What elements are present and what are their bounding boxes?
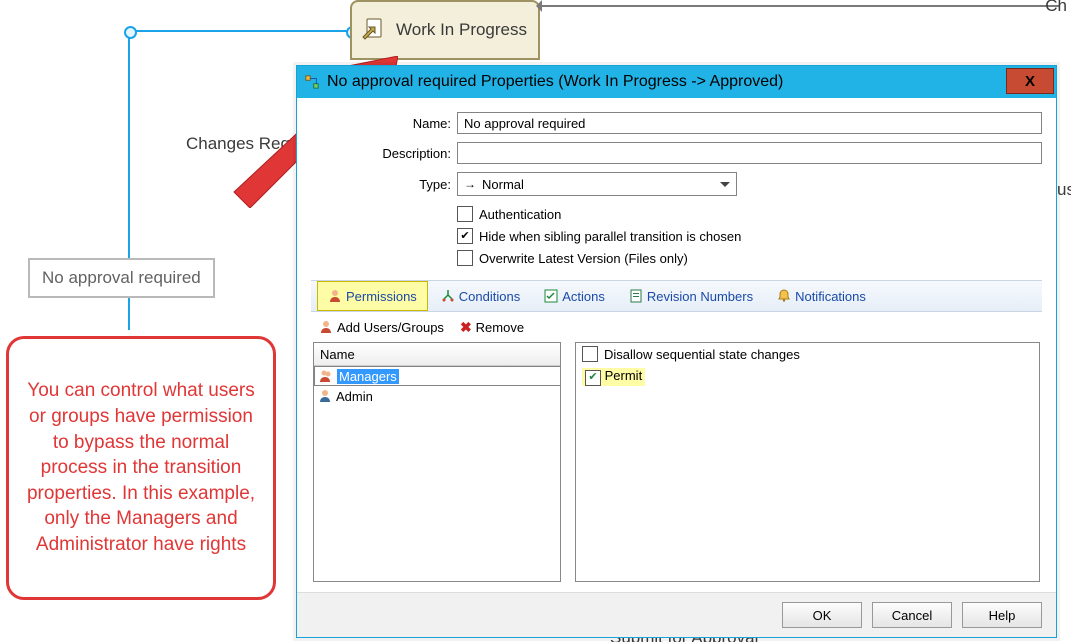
tab-conditions[interactable]: Conditions xyxy=(430,281,531,311)
dialog-title: No approval required Properties (Work In… xyxy=(327,73,783,91)
annotation-text: You can control what users or groups hav… xyxy=(25,378,257,557)
hide-sibling-label: Hide when sibling parallel transition is… xyxy=(479,229,741,244)
workflow-incoming-arrow xyxy=(540,5,1060,7)
tab-notifications[interactable]: Notifications xyxy=(766,281,877,311)
tab-bar: Permissions Conditions Actions xyxy=(311,280,1042,312)
tab-label: Conditions xyxy=(459,289,520,304)
list-item-label: Admin xyxy=(336,389,373,404)
transition-label-noapproval[interactable]: No approval required xyxy=(28,258,215,298)
permit-label: Permit xyxy=(605,368,643,383)
tab-revision-numbers[interactable]: Revision Numbers xyxy=(618,281,764,311)
branch-icon xyxy=(441,289,455,303)
arrow-right-icon: → xyxy=(464,177,476,191)
user-icon xyxy=(319,320,333,334)
dialog-titlebar[interactable]: No approval required Properties (Work In… xyxy=(297,66,1056,98)
transition-label-changes: Changes Req xyxy=(186,134,290,154)
permit-option[interactable]: Permit xyxy=(576,365,1039,389)
group-icon xyxy=(319,369,333,383)
overwrite-checkbox[interactable] xyxy=(457,250,473,266)
annotation-callout: You can control what users or groups hav… xyxy=(6,336,276,600)
disallow-option[interactable]: Disallow sequential state changes xyxy=(576,343,1039,365)
tab-label: Revision Numbers xyxy=(647,289,753,304)
user-icon xyxy=(318,389,332,403)
workflow-canvas: Work In Progress Ch us Changes Req No ap… xyxy=(0,0,1071,642)
hide-sibling-checkbox[interactable] xyxy=(457,228,473,244)
list-item-label: Managers xyxy=(337,369,399,384)
close-icon: X xyxy=(1025,73,1035,90)
workflow-handle[interactable] xyxy=(124,26,137,39)
ok-button[interactable]: OK xyxy=(782,602,862,628)
name-label: Name: xyxy=(311,116,457,131)
tab-actions[interactable]: Actions xyxy=(533,281,616,311)
permissions-panel: Name Managers Admin xyxy=(311,342,1042,582)
description-input[interactable] xyxy=(457,142,1042,164)
tab-label: Notifications xyxy=(795,289,866,304)
dialog-body: Name: Description: Type: → Normal Authen… xyxy=(297,98,1056,592)
type-value: Normal xyxy=(482,177,524,192)
workflow-connector xyxy=(128,30,352,32)
user-icon xyxy=(328,289,342,303)
tab-label: Actions xyxy=(562,289,605,304)
users-list[interactable]: Name Managers Admin xyxy=(313,342,561,582)
cancel-button[interactable]: Cancel xyxy=(872,602,952,628)
remove-label: Remove xyxy=(476,320,524,335)
bell-icon xyxy=(777,289,791,303)
authentication-checkbox[interactable] xyxy=(457,206,473,222)
transition-properties-dialog: No approval required Properties (Work In… xyxy=(296,65,1057,638)
help-button[interactable]: Help xyxy=(962,602,1042,628)
workflow-state-wip[interactable]: Work In Progress xyxy=(350,0,540,60)
type-label: Type: xyxy=(311,177,457,192)
list-item[interactable]: Admin xyxy=(314,386,560,406)
dialog-footer: OK Cancel Help xyxy=(297,592,1056,637)
checklist-icon xyxy=(544,289,558,303)
users-list-header[interactable]: Name xyxy=(314,343,560,366)
x-icon: ✖ xyxy=(460,319,472,336)
name-input[interactable] xyxy=(457,112,1042,134)
tab-label: Permissions xyxy=(346,289,417,304)
disallow-label: Disallow sequential state changes xyxy=(604,347,800,362)
transition-icon xyxy=(305,75,319,89)
workflow-state-label: Work In Progress xyxy=(396,21,527,40)
authentication-label: Authentication xyxy=(479,207,561,222)
disallow-checkbox[interactable] xyxy=(582,346,598,362)
users-toolbar: Add Users/Groups ✖ Remove xyxy=(311,312,1042,342)
description-label: Description: xyxy=(311,146,457,161)
truncated-label: Ch xyxy=(1045,0,1067,16)
add-users-label: Add Users/Groups xyxy=(337,320,444,335)
rights-list: Disallow sequential state changes Permit xyxy=(575,342,1040,582)
add-users-button[interactable]: Add Users/Groups xyxy=(319,320,444,335)
remove-button[interactable]: ✖ Remove xyxy=(460,319,524,336)
list-item[interactable]: Managers xyxy=(314,366,561,386)
document-icon xyxy=(629,289,643,303)
permit-checkbox[interactable] xyxy=(585,370,601,386)
type-select[interactable]: → Normal xyxy=(457,172,737,196)
overwrite-label: Overwrite Latest Version (Files only) xyxy=(479,251,688,266)
close-button[interactable]: X xyxy=(1006,68,1054,94)
document-arrow-icon xyxy=(360,16,388,44)
tab-permissions[interactable]: Permissions xyxy=(317,281,428,311)
truncated-label: us xyxy=(1057,180,1071,200)
